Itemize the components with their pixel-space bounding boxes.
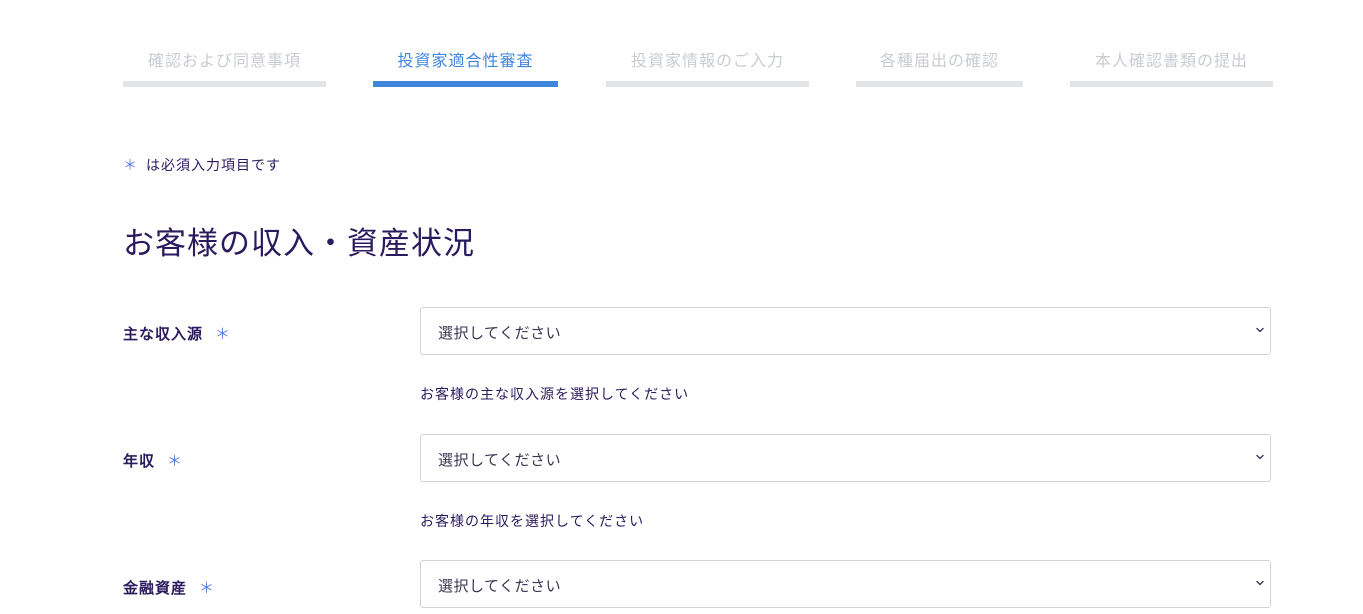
financial-assets-select[interactable]: 選択してください [420,560,1271,608]
field-label-income-source: 主な収入源 ＊ [123,323,231,344]
annual-income-help: お客様の年収を選択してください [420,514,645,530]
required-fields-note: ＊ は必須入力項目です [123,155,281,175]
step-progress-bar [373,81,558,87]
step-label: 投資家適合性審査 [397,51,534,70]
step-investor-info: 投資家情報のご入力 [606,0,809,88]
field-label-financial-assets: 金融資産 ＊ [123,577,215,598]
field-label-text: 金融資産 [123,579,188,597]
select-value: 選択してください [438,324,562,342]
chevron-down-icon [1256,580,1264,586]
step-suitability-review: 投資家適合性審査 [373,0,558,88]
annual-income-select[interactable]: 選択してください [420,434,1271,482]
step-id-documents: 本人確認書類の提出 [1070,0,1273,88]
step-indicator: 確認および同意事項 投資家適合性審査 投資家情報のご入力 各種届出の確認 本人確… [0,0,1363,90]
required-asterisk: ＊ [123,158,138,174]
step-label: 投資家情報のご入力 [630,51,784,70]
step-progress-bar [606,81,809,87]
step-progress-bar [123,81,326,87]
field-label-annual-income: 年収 ＊ [123,450,183,471]
required-note-text: は必須入力項目です [146,158,281,174]
chevron-down-icon [1256,327,1264,333]
required-asterisk: ＊ [167,452,184,470]
select-value: 選択してください [438,451,562,469]
field-label-text: 主な収入源 [123,325,204,343]
step-notifications: 各種届出の確認 [856,0,1023,88]
income-source-help: お客様の主な収入源を選択してください [420,387,690,403]
step-label: 本人確認書類の提出 [1094,51,1248,70]
chevron-down-icon [1256,454,1264,460]
section-title: お客様の収入・資産状況 [123,226,475,262]
required-asterisk: ＊ [199,579,216,597]
step-progress-bar [1070,81,1273,87]
field-label-text: 年収 [123,452,156,470]
step-label: 各種届出の確認 [879,51,999,70]
step-progress-bar [856,81,1023,87]
step-consent: 確認および同意事項 [123,0,326,88]
select-value: 選択してください [438,577,562,595]
required-asterisk: ＊ [215,325,232,343]
income-source-select[interactable]: 選択してください [420,307,1271,355]
step-label: 確認および同意事項 [147,51,301,70]
